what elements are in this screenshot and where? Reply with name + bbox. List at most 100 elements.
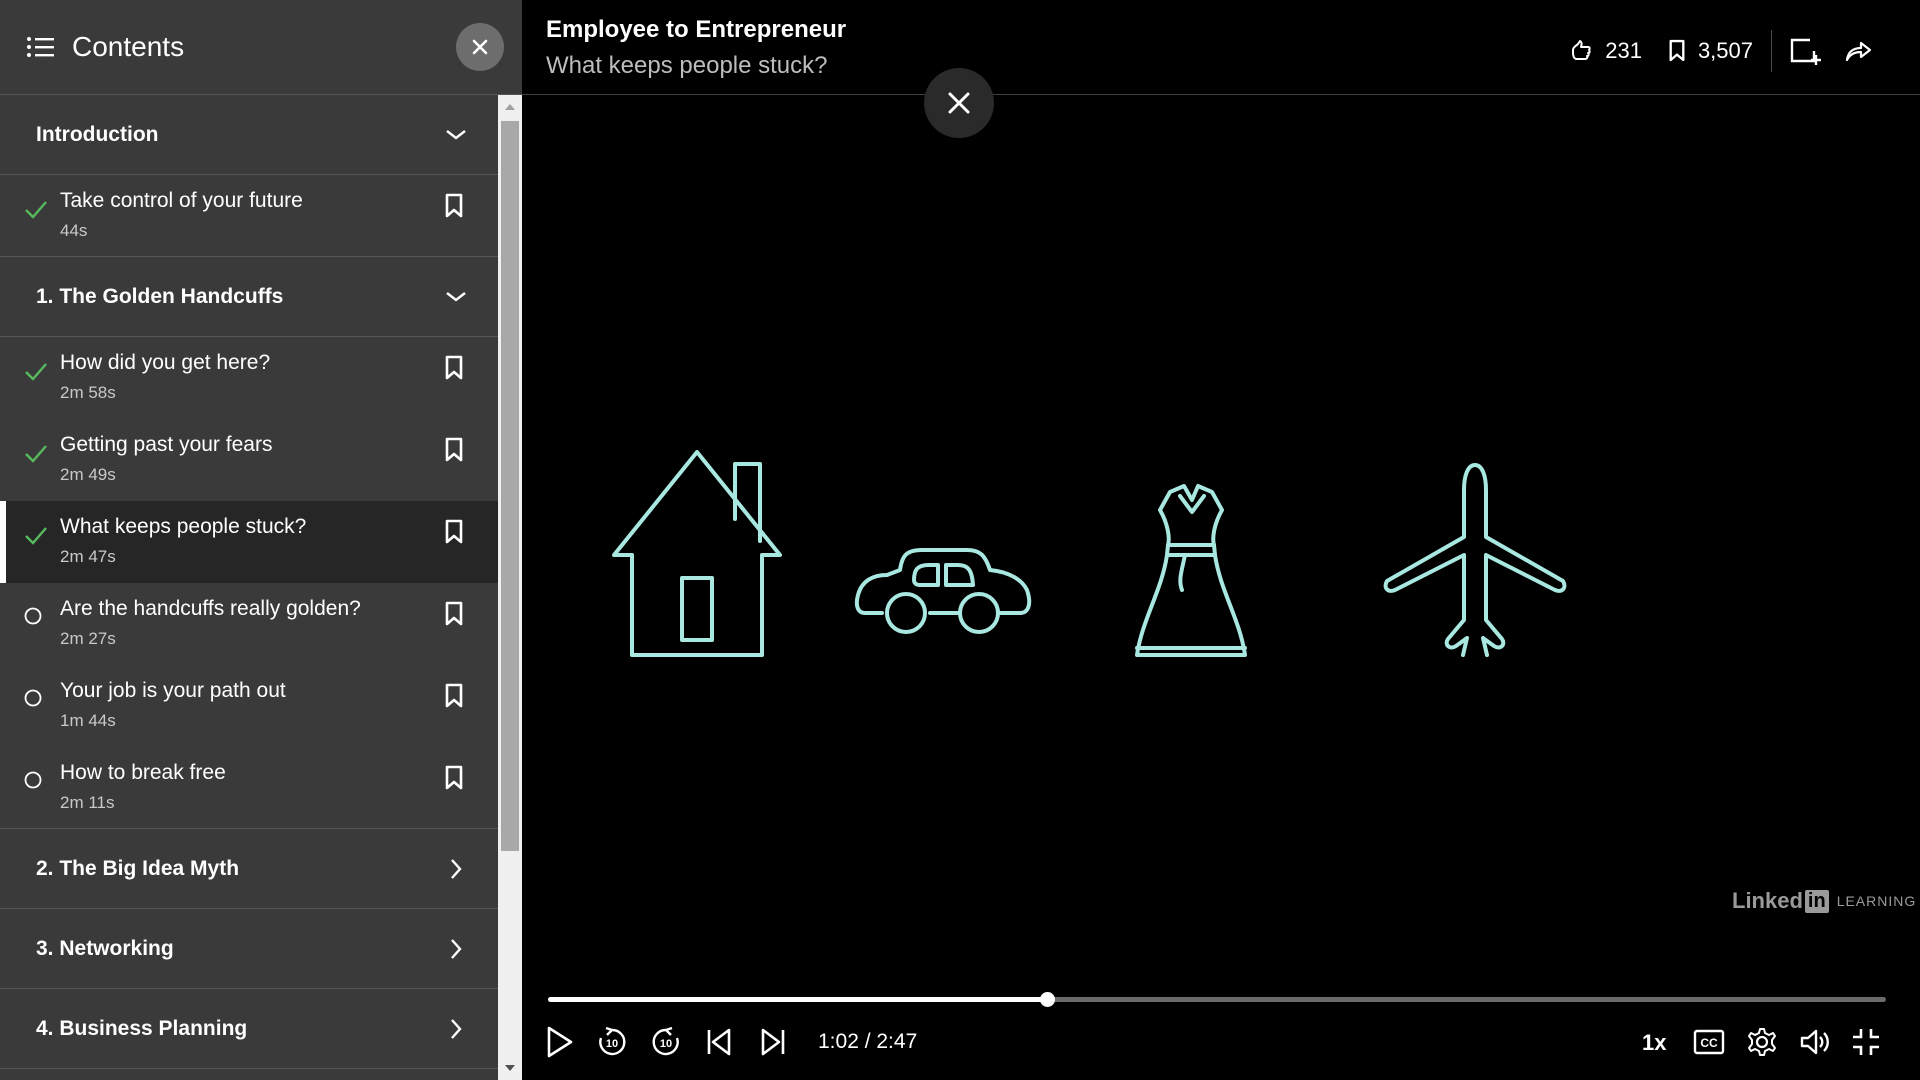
chevron-right-icon [451, 939, 462, 959]
scroll-down-arrow[interactable] [498, 1056, 522, 1080]
list-item[interactable]: Are the handcuffs really golden? 2m 27s [0, 583, 498, 665]
scrollbar-thumb[interactable] [501, 121, 519, 851]
item-duration: 2m 27s [60, 629, 116, 648]
section-label: 4. Business Planning [36, 1016, 248, 1040]
bookmark-icon[interactable] [444, 765, 464, 791]
item-duration: 2m 11s [60, 793, 115, 812]
bookmark-icon[interactable] [444, 355, 464, 381]
course-title: Employee to Entrepreneur [546, 16, 847, 43]
bookmark-icon[interactable] [444, 683, 464, 709]
check-icon [25, 527, 47, 545]
player-header: Employee to Entrepreneur What keeps peop… [522, 0, 1920, 95]
bookmark-icon[interactable] [444, 519, 464, 545]
list-item[interactable]: How did you get here? 2m 58s [0, 337, 498, 419]
play-icon [547, 1026, 573, 1058]
triangle-up-icon [505, 104, 515, 110]
previous-button[interactable] [699, 1020, 739, 1064]
save-button[interactable]: 3,507 [1668, 38, 1753, 64]
chevron-right-icon [451, 1019, 462, 1039]
triangle-down-icon [505, 1065, 515, 1071]
seek-bar[interactable] [548, 992, 1886, 1007]
svg-text:CC: CC [1700, 1036, 1718, 1050]
incomplete-circle-icon [24, 771, 42, 789]
rewind-10-button[interactable]: 10 [592, 1020, 632, 1064]
section-networking[interactable]: 3. Networking [0, 909, 498, 989]
item-title: Your job is your path out [60, 679, 286, 702]
section-business-planning[interactable]: 4. Business Planning [0, 989, 498, 1069]
contents-list: Introduction Take control of your future… [0, 95, 498, 1080]
next-button[interactable] [753, 1020, 793, 1064]
item-duration: 2m 58s [60, 383, 116, 402]
list-item[interactable]: How to break free 2m 11s [0, 747, 498, 829]
bookmark-icon[interactable] [444, 193, 464, 219]
list-item[interactable]: Take control of your future 44s [0, 175, 498, 257]
app: Contents Introduction Take control of yo… [0, 0, 1920, 1080]
car-icon [854, 548, 1032, 634]
check-icon [25, 201, 47, 219]
watermark-in: in [1804, 889, 1829, 913]
share-icon [1845, 41, 1872, 62]
sidebar-title: Contents [72, 31, 185, 62]
check-icon [25, 363, 47, 381]
list-item[interactable]: Getting past your fears 2m 49s [0, 419, 498, 501]
play-button[interactable] [540, 1020, 580, 1064]
item-title: Take control of your future [60, 189, 303, 212]
bookmark-icon[interactable] [444, 437, 464, 463]
section-label: 3. Networking [36, 936, 174, 960]
header-actions: 231 3,507 [1569, 30, 1884, 72]
exit-fullscreen-button[interactable] [1846, 1020, 1886, 1064]
airplane-icon [1383, 463, 1567, 657]
rewind-10-icon: 10 [599, 1027, 626, 1056]
contents-sidebar: Contents Introduction Take control of yo… [0, 0, 522, 1080]
seek-handle[interactable] [1040, 992, 1056, 1007]
chevron-right-icon [451, 859, 462, 879]
section-label: Introduction [36, 122, 159, 146]
svg-text:10: 10 [606, 1038, 618, 1050]
close-overlay-button[interactable] [924, 68, 994, 138]
closed-captions-icon: CC [1693, 1029, 1725, 1055]
item-title: How did you get here? [60, 351, 271, 374]
close-icon [948, 92, 970, 114]
item-duration: 2m 47s [60, 547, 116, 566]
like-button[interactable]: 231 [1569, 38, 1642, 64]
list-item-active[interactable]: What keeps people stuck? 2m 47s [0, 501, 498, 583]
item-title: What keeps people stuck? [60, 515, 307, 538]
exit-fullscreen-icon [1853, 1029, 1879, 1055]
section-golden-handcuffs[interactable]: 1. The Golden Handcuffs [0, 257, 498, 337]
seek-bar-progress [548, 997, 1048, 1002]
video-title: What keeps people stuck? [546, 52, 828, 79]
time-display: 1:02 / 2:47 [818, 1030, 918, 1053]
captions-button[interactable]: CC [1689, 1020, 1729, 1064]
volume-button[interactable] [1795, 1020, 1835, 1064]
incomplete-circle-icon [24, 689, 42, 707]
gear-icon [1748, 1028, 1776, 1056]
share-button[interactable] [1844, 39, 1884, 63]
list-item[interactable]: Your job is your path out 1m 44s [0, 665, 498, 747]
bookmark-icon[interactable] [444, 601, 464, 627]
like-count: 231 [1605, 38, 1642, 63]
skip-next-icon [761, 1028, 785, 1056]
linkedin-learning-watermark: Linked in LEARNING [1732, 888, 1916, 914]
chevron-down-icon [446, 292, 466, 302]
item-title: Are the handcuffs really golden? [60, 597, 361, 620]
forward-10-button[interactable]: 10 [646, 1020, 686, 1064]
close-sidebar-button[interactable] [456, 23, 504, 71]
add-to-collection-button[interactable] [1790, 37, 1836, 65]
scroll-up-arrow[interactable] [498, 95, 522, 119]
playback-speed-button[interactable]: 1x [1642, 1030, 1666, 1056]
watermark-learning: LEARNING [1836, 893, 1917, 909]
sidebar-header: Contents [0, 0, 522, 95]
close-icon [472, 39, 488, 55]
skip-previous-icon [707, 1028, 731, 1056]
check-icon [25, 445, 47, 463]
section-introduction[interactable]: Introduction [0, 95, 498, 175]
sidebar-scrollbar[interactable] [498, 95, 522, 1080]
item-title: How to break free [60, 761, 226, 784]
dress-icon [1135, 484, 1247, 657]
settings-button[interactable] [1742, 1020, 1782, 1064]
video-player: Employee to Entrepreneur What keeps peop… [522, 0, 1920, 1080]
chevron-down-icon [446, 130, 466, 140]
video-frame [612, 450, 1567, 657]
section-big-idea-myth[interactable]: 2. The Big Idea Myth [0, 829, 498, 909]
forward-10-icon: 10 [652, 1027, 679, 1056]
